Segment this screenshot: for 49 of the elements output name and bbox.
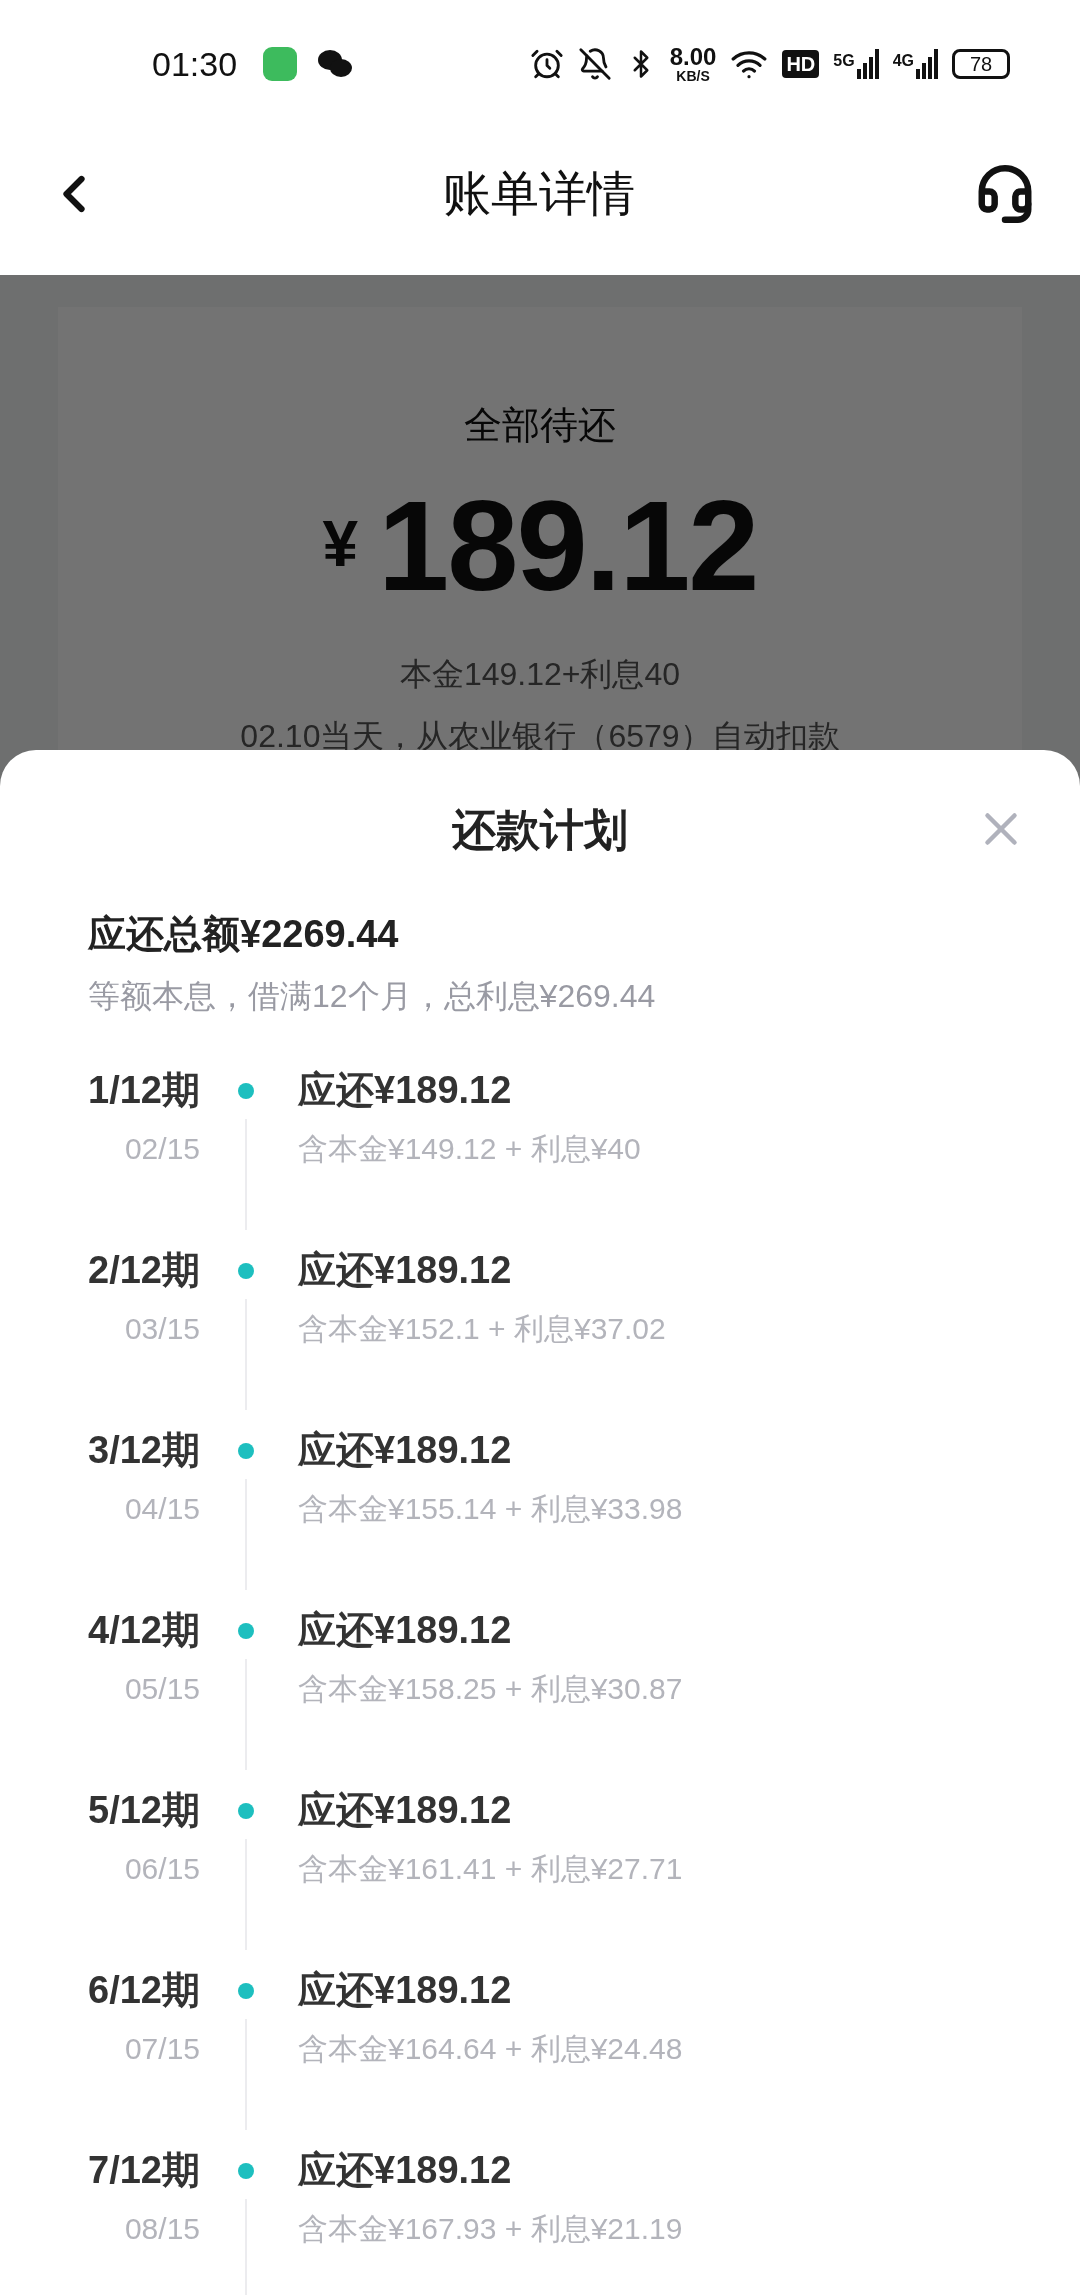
due-date: 06/15 xyxy=(124,1851,200,1887)
due-date: 03/15 xyxy=(124,1311,200,1347)
installment-detail: 含本金¥149.12 + 利息¥40 xyxy=(298,1131,641,1167)
network-type: 5G xyxy=(833,51,855,71)
installment-detail: 含本金¥158.25 + 利息¥30.87 xyxy=(298,1671,683,1707)
period-label: 7/12期 xyxy=(88,2148,200,2193)
alarm-icon xyxy=(529,47,564,81)
installment-amount: 应还¥189.12 xyxy=(298,1068,513,1113)
page-title: 账单详情 xyxy=(443,165,635,222)
plan-description: 等额本息，借满12个月，总利息¥269.44 xyxy=(88,977,657,1016)
period-label: 2/12期 xyxy=(88,1248,200,1293)
period-label: 3/12期 xyxy=(88,1428,200,1473)
installment-detail: 含本金¥155.14 + 利息¥33.98 xyxy=(298,1491,683,1527)
due-date: 05/15 xyxy=(124,1671,200,1707)
installment-amount: 应还¥189.12 xyxy=(298,1788,513,1833)
amount-label: 全部待还 xyxy=(464,403,616,448)
currency-symbol: ¥ xyxy=(322,507,359,582)
signal-icon xyxy=(916,49,938,79)
speed-unit: KB/S xyxy=(676,69,710,83)
total-amount: 应还总额¥2269.44 xyxy=(88,912,400,957)
installment-detail: 含本金¥161.41 + 利息¥27.71 xyxy=(298,1851,683,1887)
period-label: 4/12期 xyxy=(88,1608,200,1653)
status-time: 01:30 xyxy=(152,43,238,85)
period-label: 5/12期 xyxy=(88,1788,200,1833)
period-label: 6/12期 xyxy=(88,1968,200,2013)
sheet-title: 还款计划 xyxy=(452,804,628,856)
installment-detail: 含本金¥167.93 + 利息¥21.19 xyxy=(298,2211,683,2247)
principal-interest: 本金149.12+利息40 xyxy=(399,655,681,694)
due-date: 02/15 xyxy=(124,1131,200,1167)
network-speed: 8.00 xyxy=(669,45,717,69)
amount-value: 189.12 xyxy=(378,482,758,610)
chat-app-icon xyxy=(317,49,354,79)
due-date: 04/15 xyxy=(124,1491,200,1527)
period-label: 1/12期 xyxy=(88,1068,200,1113)
installment-detail: 含本金¥152.1 + 利息¥37.02 xyxy=(298,1311,666,1347)
installment-amount: 应还¥189.12 xyxy=(298,1608,513,1653)
messages-app-icon xyxy=(263,47,298,81)
signal-icon xyxy=(856,49,879,79)
due-date: 07/15 xyxy=(124,2031,200,2067)
installment-amount: 应还¥189.12 xyxy=(298,1428,513,1473)
installment-detail: 含本金¥164.64 + 利息¥24.48 xyxy=(298,2031,683,2067)
mute-icon xyxy=(577,47,612,81)
installment-amount: 应还¥189.12 xyxy=(298,1248,513,1293)
installment-amount: 应还¥189.12 xyxy=(298,2148,513,2193)
installment-amount: 应还¥189.12 xyxy=(298,1968,513,2013)
network-type: 4G xyxy=(892,51,914,71)
hd-badge: HD xyxy=(782,50,820,78)
due-date: 08/15 xyxy=(124,2211,200,2247)
battery-indicator: 78 xyxy=(952,49,1010,79)
